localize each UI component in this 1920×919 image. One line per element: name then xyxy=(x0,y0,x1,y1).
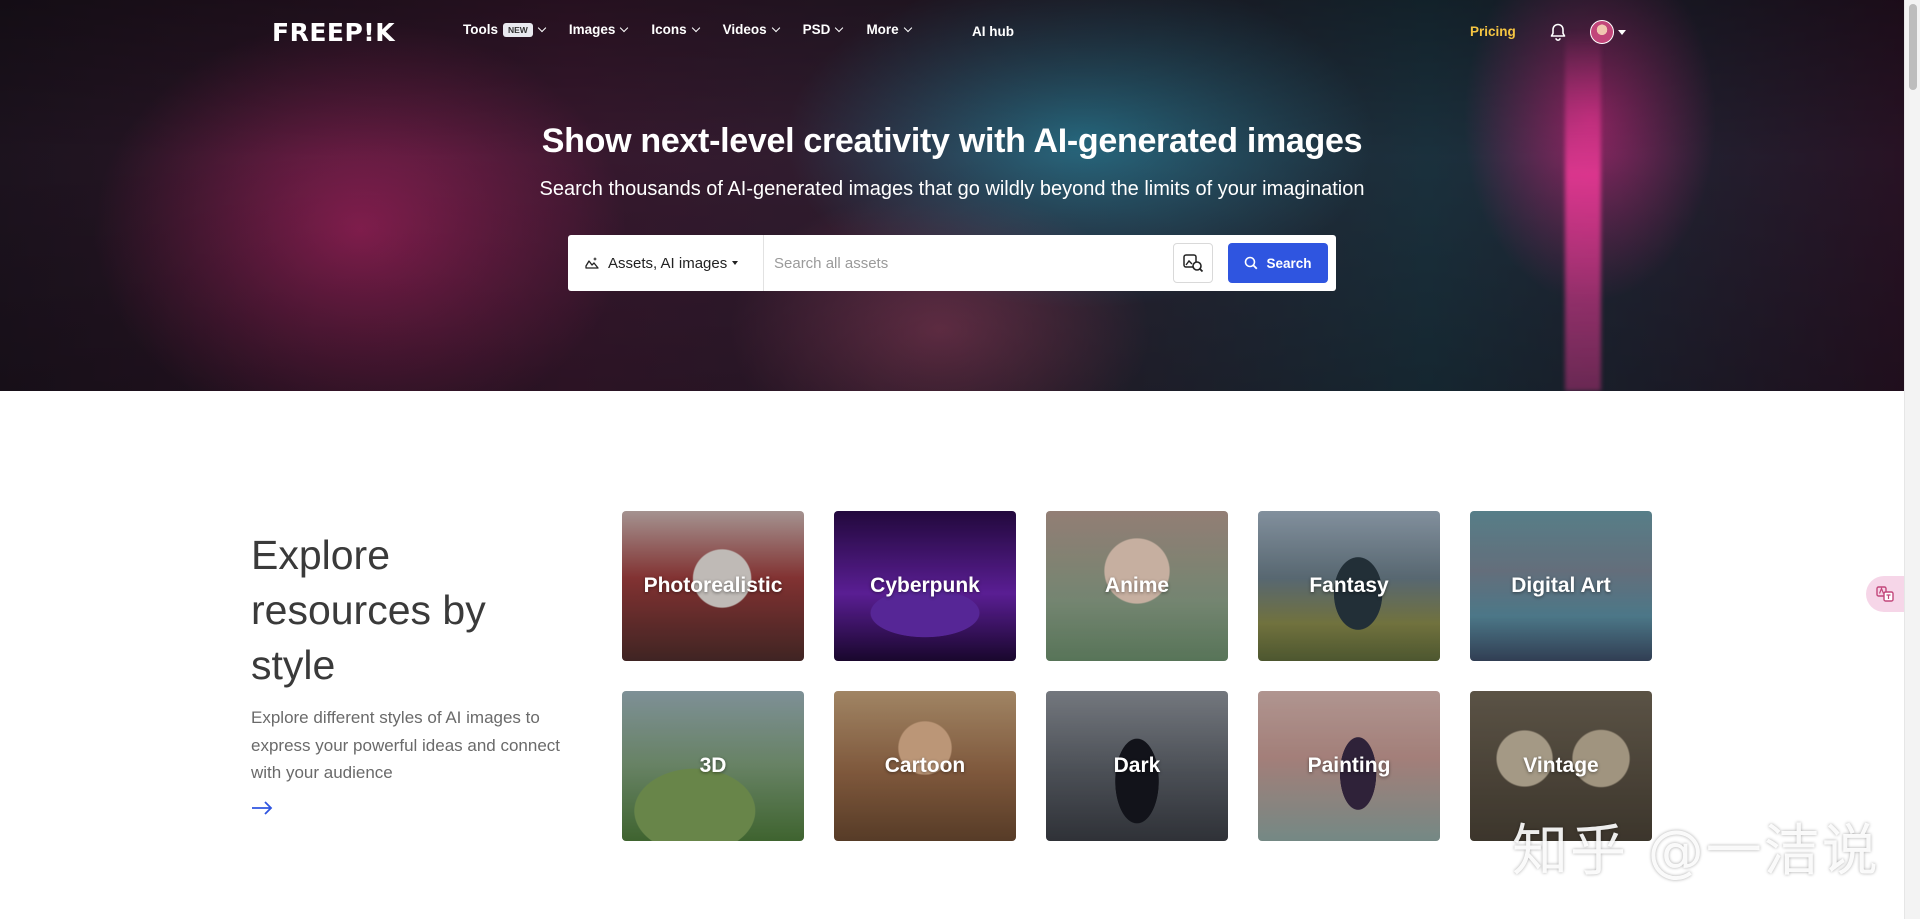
style-tile-label: Digital Art xyxy=(1511,574,1611,597)
scrollbar-thumb[interactable] xyxy=(1909,4,1917,90)
style-tile-label: Fantasy xyxy=(1309,574,1389,597)
search-by-image-button[interactable] xyxy=(1173,243,1213,283)
style-tile-digital-art[interactable]: Digital Art xyxy=(1470,511,1652,661)
watermark-text: 知乎 @一洁说 xyxy=(1512,819,1880,884)
nav-item-label: Videos xyxy=(722,22,767,37)
nav-item-icons[interactable]: Icons xyxy=(651,22,700,37)
nav-item-videos[interactable]: Videos xyxy=(722,22,780,37)
search-input[interactable] xyxy=(764,235,1173,291)
style-tile-photorealistic[interactable]: Photorealistic xyxy=(622,511,804,661)
style-tile-label: Cyberpunk xyxy=(870,574,980,597)
hero-banner: FREEP!K Tools NEW Images Icons Videos PS… xyxy=(0,0,1904,391)
nav-item-psd[interactable]: PSD xyxy=(802,22,844,37)
nav-item-ai-hub[interactable]: AI hub xyxy=(972,24,1014,39)
arrow-right-icon[interactable] xyxy=(251,800,273,816)
search-type-label: Assets, AI images xyxy=(608,254,728,272)
caret-down-icon xyxy=(732,261,739,265)
style-tile-label: Painting xyxy=(1307,754,1391,777)
hero-neon-stripe xyxy=(1565,30,1601,391)
nav-item-label: PSD xyxy=(802,22,831,37)
pricing-link[interactable]: Pricing xyxy=(1470,24,1516,39)
explore-description: Explore different styles of AI images to… xyxy=(251,708,561,782)
top-nav: FREEP!K Tools NEW Images Icons Videos PS… xyxy=(0,0,1904,64)
style-tile-cyberpunk[interactable]: Cyberpunk xyxy=(834,511,1016,661)
hero-title: Show next-level creativity with AI-gener… xyxy=(541,122,1363,160)
style-tile-label: Anime xyxy=(1104,574,1170,597)
page-scrollbar[interactable] xyxy=(1904,0,1920,919)
explore-heading: Explore resources by style xyxy=(251,532,486,688)
style-tile-cartoon[interactable]: Cartoon xyxy=(834,691,1016,841)
translate-icon xyxy=(1876,586,1894,602)
style-tile-anime[interactable]: Anime xyxy=(1046,511,1228,661)
style-tile-label: Vintage xyxy=(1523,754,1599,777)
style-grid: Photorealistic Cyberpunk Anime Fantasy D… xyxy=(622,511,1652,841)
nav-item-label: Icons xyxy=(651,22,687,37)
style-tile-label: Cartoon xyxy=(884,754,966,777)
chevron-down-icon xyxy=(903,23,912,32)
style-tile-label: 3D xyxy=(699,754,727,777)
style-tile-fantasy[interactable]: Fantasy xyxy=(1258,511,1440,661)
avatar xyxy=(1590,20,1614,44)
chevron-down-icon xyxy=(691,23,700,32)
nav-item-tools[interactable]: Tools NEW xyxy=(463,22,547,37)
nav-item-images[interactable]: Images xyxy=(568,22,629,37)
search-button[interactable]: Search xyxy=(1228,243,1328,283)
nav-item-more[interactable]: More xyxy=(866,22,912,37)
freepik-logo[interactable]: FREEP!K xyxy=(272,18,395,47)
chevron-down-icon xyxy=(835,23,844,32)
style-tile-painting[interactable]: Painting xyxy=(1258,691,1440,841)
nav-item-label: Tools xyxy=(463,22,498,37)
style-tile-label: Photorealistic xyxy=(643,574,783,597)
notifications-bell-icon[interactable] xyxy=(1548,22,1568,42)
translate-float-button[interactable] xyxy=(1866,576,1904,612)
search-icon xyxy=(1245,256,1258,270)
nav-item-label: Images xyxy=(568,22,616,37)
nav-item-label: More xyxy=(866,22,899,37)
caret-down-icon xyxy=(1618,29,1626,35)
hero-subtitle: Search thousands of AI-generated images … xyxy=(539,178,1365,200)
style-tile-3d[interactable]: 3D xyxy=(622,691,804,841)
chevron-down-icon xyxy=(771,23,780,32)
chevron-down-icon xyxy=(620,23,629,32)
image-search-icon xyxy=(1183,254,1204,273)
style-tile-label: Dark xyxy=(1113,754,1161,777)
chevron-down-icon xyxy=(537,23,547,32)
new-badge: NEW xyxy=(503,22,533,37)
ai-images-icon xyxy=(585,257,599,269)
search-button-label: Search xyxy=(1266,255,1312,271)
nav-menu: Tools NEW Images Icons Videos PSD More xyxy=(463,22,935,37)
user-menu[interactable] xyxy=(1590,20,1626,44)
style-tile-dark[interactable]: Dark xyxy=(1046,691,1228,841)
search-type-dropdown[interactable]: Assets, AI images xyxy=(568,235,764,291)
search-bar: Assets, AI images Search xyxy=(568,235,1336,291)
